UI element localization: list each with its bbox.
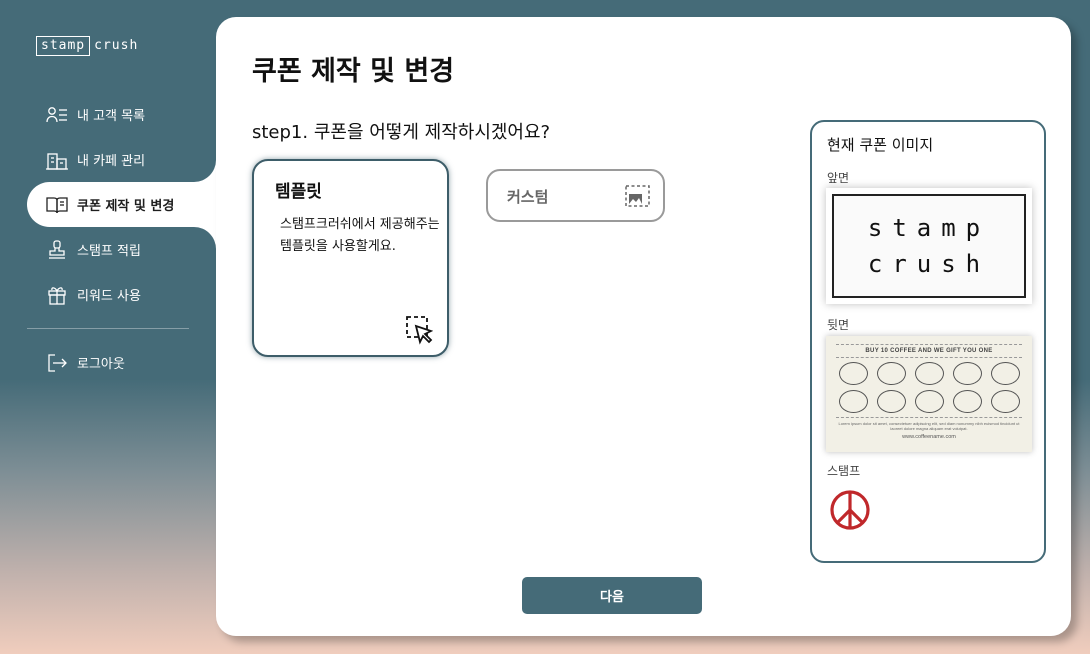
stamp-slot-circle [876,390,906,413]
stamp-slots [836,362,1022,413]
back-image-body: Lorem ipsum dolor sit amet, consectetuer… [838,421,1020,431]
users-icon [46,104,68,126]
preview-title: 현재 쿠폰 이미지 [827,136,934,154]
gift-icon [46,284,68,306]
logo-crush: crush [94,38,139,53]
sidebar-item-label: 스탬프 적립 [77,244,141,259]
sidebar-item-stamp[interactable]: 스탬프 적립 [0,227,216,272]
sidebar-item-label: 내 카페 관리 [77,154,146,169]
page-title: 쿠폰 제작 및 변경 [252,56,455,87]
sidebar-item-label: 로그아웃 [77,357,125,372]
next-button[interactable]: 다음 [522,577,702,614]
back-label: 뒷면 [827,318,850,332]
select-cursor-icon [405,315,434,345]
sidebar-item-label: 리워드 사용 [77,289,141,304]
building-icon [46,149,68,171]
sidebar-item-label: 내 고객 목록 [77,109,146,124]
stamp-label: 스탬프 [827,464,861,478]
app-logo: stamp crush [36,36,138,56]
custom-option-card[interactable]: 커스텀 [486,169,665,222]
nav-divider [27,328,189,329]
coupon-front-image: stamp crush [826,188,1032,304]
sidebar-nav: 내 고객 목록 내 카페 관리 쿠폰 제작 및 변경 스탬프 적립 리워드 사용… [0,92,216,385]
stamp-slot-circle [838,362,868,385]
front-image-text-line2: crush [867,250,991,278]
stamp-slot-circle [952,390,982,413]
template-option-card[interactable]: 템플릿 스탬프크러쉬에서 제공해주는 템플릿을 사용할게요. [252,159,449,357]
image-icon [625,185,650,207]
sidebar-item-coupon[interactable]: 쿠폰 제작 및 변경 [27,182,216,227]
stamp-slot-circle [876,362,906,385]
stamp-icon [46,239,68,261]
stamp-slot-circle [914,362,944,385]
template-option-desc: 스탬프크러쉬에서 제공해주는 템플릿을 사용할게요. [280,217,440,254]
stamp-slot-circle [914,390,944,413]
custom-option-title: 커스텀 [507,188,549,206]
sidebar-item-label: 쿠폰 제작 및 변경 [77,199,175,214]
peace-stamp-icon [828,488,872,532]
book-icon [46,194,68,216]
coupon-back-image: BUY 10 COFFEE AND WE GIFT YOU ONE Lorem … [826,336,1032,452]
main-panel: 쿠폰 제작 및 변경 step1. 쿠폰을 어떻게 제작하시겠어요? 템플릿 스… [216,17,1071,636]
front-label: 앞면 [827,171,850,185]
logo-stamp: stamp [36,36,91,56]
logout-icon [46,352,68,374]
sidebar-item-customers[interactable]: 내 고객 목록 [0,92,216,137]
stamp-slot-circle [838,390,868,413]
stamp-slot-circle [990,390,1020,413]
coupon-preview-panel: 현재 쿠폰 이미지 앞면 stamp crush 뒷면 BUY 10 COFFE… [810,120,1046,563]
stamp-slot-circle [952,362,982,385]
template-option-title: 템플릿 [275,182,322,202]
front-image-text-line1: stamp [867,214,991,242]
back-image-site: www.coffeename.com [902,434,956,440]
back-image-heading: BUY 10 COFFEE AND WE GIFT YOU ONE [865,348,993,354]
sidebar-item-cafe[interactable]: 내 카페 관리 [0,137,216,182]
logout-button[interactable]: 로그아웃 [0,340,216,385]
sidebar-item-reward[interactable]: 리워드 사용 [0,272,216,317]
step-title: step1. 쿠폰을 어떻게 제작하시겠어요? [252,122,551,143]
stamp-slot-circle [990,362,1020,385]
